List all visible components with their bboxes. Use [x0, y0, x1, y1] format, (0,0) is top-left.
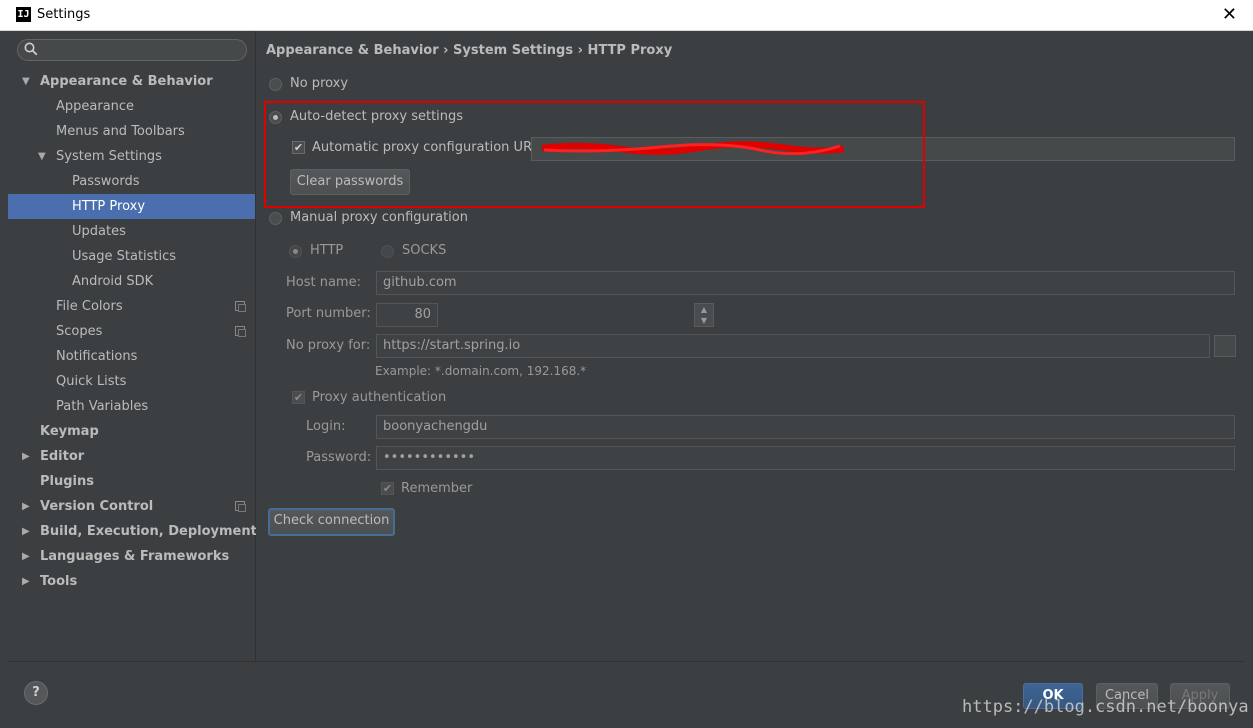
sidebar-item-version-control[interactable]: ▶ Version Control [8, 494, 255, 519]
check-connection-button[interactable]: Check connection [268, 508, 395, 536]
chevron-right-icon[interactable]: ▶ [22, 444, 30, 469]
manual-proxy-label: Manual proxy configuration [290, 210, 468, 225]
sidebar-item-label: Quick Lists [56, 374, 127, 389]
socks-radio[interactable] [381, 245, 394, 258]
remember-label: Remember [401, 481, 473, 496]
csdn-watermark: https://blog.csdn.net/boonya [962, 697, 1249, 717]
sidebar-item-updates[interactable]: Updates [8, 219, 255, 244]
sidebar-item-label: Path Variables [56, 399, 149, 414]
chevron-right-icon[interactable]: ▶ [22, 494, 30, 519]
proxy-authentication-checkbox[interactable]: ✔ [292, 391, 305, 404]
right-window-edge [1245, 31, 1253, 728]
sidebar-item-label: System Settings [56, 149, 162, 164]
chevron-down-icon[interactable]: ▼ [38, 144, 46, 169]
http-label: HTTP [310, 243, 344, 258]
sidebar-item-label: Appearance & Behavior [40, 74, 213, 89]
sidebar-item-build-execution-deployment[interactable]: ▶ Build, Execution, Deployment [8, 519, 257, 544]
socks-label: SOCKS [402, 243, 447, 258]
window-title-bar: IJ Settings ✕ [0, 0, 1253, 31]
sidebar-item-path-variables[interactable]: Path Variables [8, 394, 255, 419]
no-proxy-for-label: No proxy for: [286, 338, 371, 353]
close-icon[interactable]: ✕ [1222, 4, 1237, 25]
breadcrumb: Appearance & Behavior › System Settings … [266, 43, 673, 58]
sidebar-item-label: Updates [72, 224, 126, 239]
sidebar-item-notifications[interactable]: Notifications [8, 344, 255, 369]
settings-sidebar: ▼ Appearance & Behavior Appearance Menus… [8, 31, 257, 661]
remember-checkbox[interactable]: ✔ [381, 482, 394, 495]
project-scope-icon [235, 501, 246, 512]
sidebar-item-quick-lists[interactable]: Quick Lists [8, 369, 255, 394]
manual-proxy-radio[interactable] [269, 212, 282, 225]
port-number-field[interactable]: 80 [376, 303, 438, 327]
sidebar-item-scopes[interactable]: Scopes [8, 319, 255, 344]
sidebar-item-label: HTTP Proxy [72, 199, 146, 214]
sidebar-item-label: Version Control [40, 499, 154, 514]
login-field[interactable]: boonyachengdu [376, 415, 1235, 439]
sidebar-item-label: Scopes [56, 324, 103, 339]
chevron-right-icon[interactable]: ▶ [22, 519, 30, 544]
sidebar-item-tools[interactable]: ▶ Tools [8, 569, 255, 594]
chevron-down-icon[interactable]: ▼ [22, 69, 30, 94]
highlight-annotation-box [264, 101, 925, 208]
port-number-label: Port number: [286, 306, 371, 321]
window-title: Settings [37, 7, 91, 22]
port-stepper[interactable]: ▲ ▼ [694, 303, 714, 327]
sidebar-item-label: Editor [40, 449, 85, 464]
http-proxy-panel: Appearance & Behavior › System Settings … [256, 31, 1245, 661]
expand-field-icon[interactable] [1214, 335, 1236, 357]
no-proxy-for-field[interactable]: https://start.spring.io [376, 334, 1210, 358]
sidebar-item-appearance-behavior[interactable]: ▼ Appearance & Behavior [8, 69, 255, 94]
password-label: Password: [306, 450, 372, 465]
sidebar-item-android-sdk[interactable]: Android SDK [8, 269, 255, 294]
sidebar-item-label: Plugins [40, 474, 94, 489]
left-window-edge [0, 31, 8, 728]
host-name-field[interactable]: github.com [376, 271, 1235, 295]
sidebar-item-keymap[interactable]: Keymap [8, 419, 255, 444]
sidebar-item-file-colors[interactable]: File Colors [8, 294, 255, 319]
proxy-authentication-label: Proxy authentication [312, 390, 447, 405]
sidebar-item-label: Notifications [56, 349, 138, 364]
sidebar-item-menus-toolbars[interactable]: Menus and Toolbars [8, 119, 255, 144]
sidebar-item-label: Tools [40, 574, 78, 589]
sidebar-item-label: Appearance [56, 99, 135, 114]
sidebar-item-label: File Colors [56, 299, 123, 314]
no-proxy-example-text: Example: *.domain.com, 192.168.* [375, 364, 587, 378]
settings-search-input[interactable] [17, 39, 247, 61]
sidebar-item-label: Menus and Toolbars [56, 124, 185, 139]
sidebar-item-label: Build, Execution, Deployment [40, 524, 257, 539]
http-radio[interactable] [289, 245, 302, 258]
sidebar-item-passwords[interactable]: Passwords [8, 169, 255, 194]
sidebar-item-usage-statistics[interactable]: Usage Statistics [8, 244, 255, 269]
sidebar-item-appearance[interactable]: Appearance [8, 94, 255, 119]
sidebar-item-http-proxy[interactable]: HTTP Proxy [8, 194, 255, 219]
sidebar-item-label: Usage Statistics [72, 249, 177, 264]
password-field[interactable]: •••••••••••• [376, 446, 1235, 470]
no-proxy-label: No proxy [290, 76, 349, 91]
chevron-right-icon[interactable]: ▶ [22, 569, 30, 594]
sidebar-item-label: Languages & Frameworks [40, 549, 230, 564]
sidebar-item-label: Keymap [40, 424, 99, 439]
host-name-label: Host name: [286, 275, 361, 290]
project-scope-icon [235, 301, 246, 312]
no-proxy-radio[interactable] [269, 78, 282, 91]
search-icon [24, 42, 38, 56]
login-label: Login: [306, 419, 346, 434]
sidebar-item-plugins[interactable]: Plugins [8, 469, 255, 494]
sidebar-item-label: Android SDK [72, 274, 154, 289]
intellij-app-icon: IJ [16, 7, 31, 22]
sidebar-item-editor[interactable]: ▶ Editor [8, 444, 255, 469]
chevron-right-icon[interactable]: ▶ [22, 544, 30, 569]
sidebar-item-system-settings[interactable]: ▼ System Settings [8, 144, 255, 169]
sidebar-item-label: Passwords [72, 174, 140, 189]
sidebar-item-languages-frameworks[interactable]: ▶ Languages & Frameworks [8, 544, 255, 569]
help-icon[interactable]: ? [24, 681, 48, 705]
dialog-button-bar: ? OK Cancel Apply [8, 661, 1245, 728]
project-scope-icon [235, 326, 246, 337]
